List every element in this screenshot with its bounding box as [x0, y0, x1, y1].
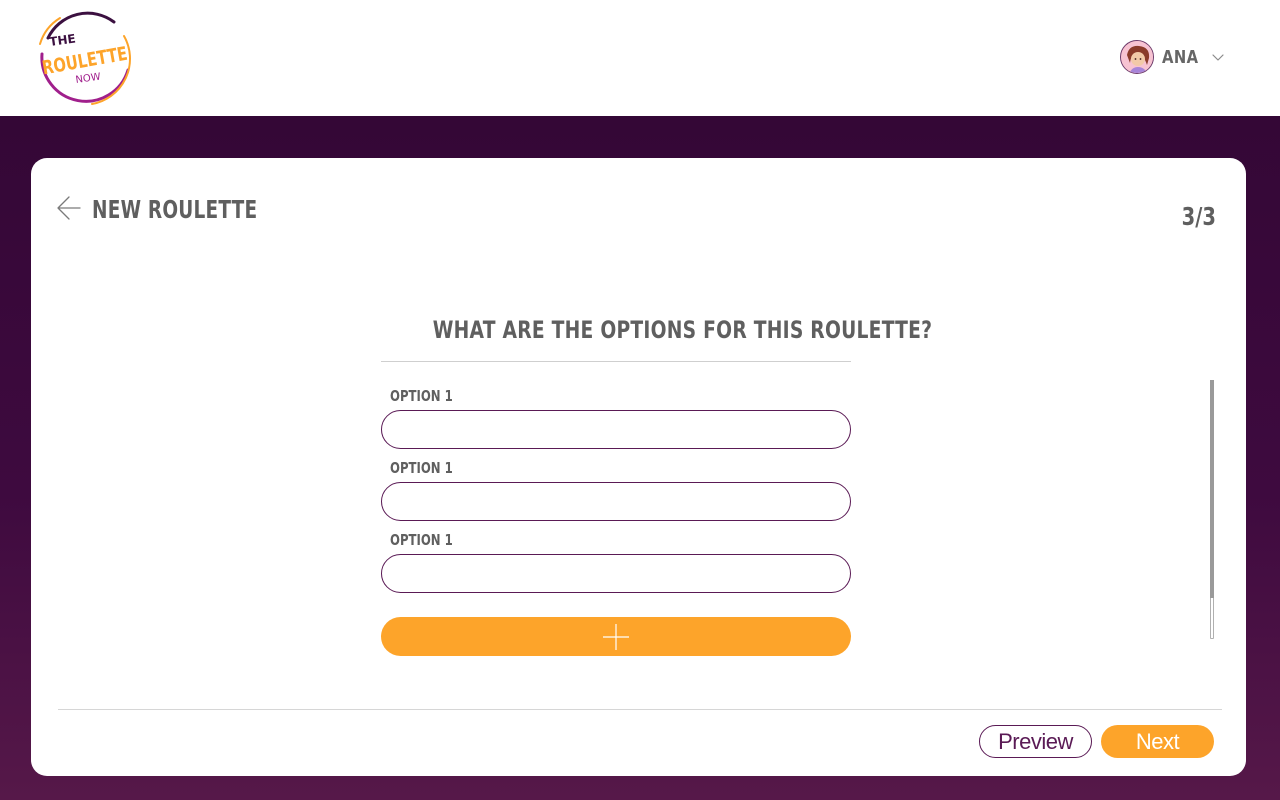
logo-mark: THE ROULETTE NOW: [39, 11, 131, 105]
preview-button[interactable]: Preview: [979, 725, 1092, 758]
user-name: ANA: [1162, 46, 1199, 68]
option-label: OPTION 1: [390, 531, 453, 549]
page-title: NEW ROULETTE: [92, 195, 258, 224]
question-heading: WHAT ARE THE OPTIONS FOR THIS ROULETTE?: [432, 316, 933, 344]
option-label: OPTION 1: [390, 459, 453, 477]
option-input[interactable]: [381, 554, 851, 593]
option-label: OPTION 1: [390, 387, 453, 405]
next-button[interactable]: Next: [1101, 725, 1214, 758]
arrow-left-icon[interactable]: [56, 194, 82, 222]
new-roulette-card: NEW ROULETTE 3/3 WHAT ARE THE OPTIONS FO…: [31, 158, 1246, 776]
top-bar: THE ROULETTE NOW ANA: [0, 0, 1280, 116]
add-option-button[interactable]: [381, 617, 851, 656]
logo-text-the: THE: [48, 31, 76, 49]
option-input[interactable]: [381, 482, 851, 521]
footer-divider: [58, 709, 1222, 710]
scrollbar-thumb[interactable]: [1210, 380, 1214, 598]
option-input[interactable]: [381, 410, 851, 449]
chevron-down-icon[interactable]: [1210, 49, 1226, 65]
logo[interactable]: THE ROULETTE NOW: [34, 8, 134, 108]
scrollbar[interactable]: [1210, 380, 1214, 639]
plus-icon: [602, 623, 630, 651]
user-menu[interactable]: ANA: [1120, 40, 1226, 74]
divider: [381, 361, 851, 362]
logo-text-now: NOW: [75, 72, 102, 86]
step-counter: 3/3: [1181, 202, 1216, 231]
avatar-icon[interactable]: [1120, 40, 1154, 74]
